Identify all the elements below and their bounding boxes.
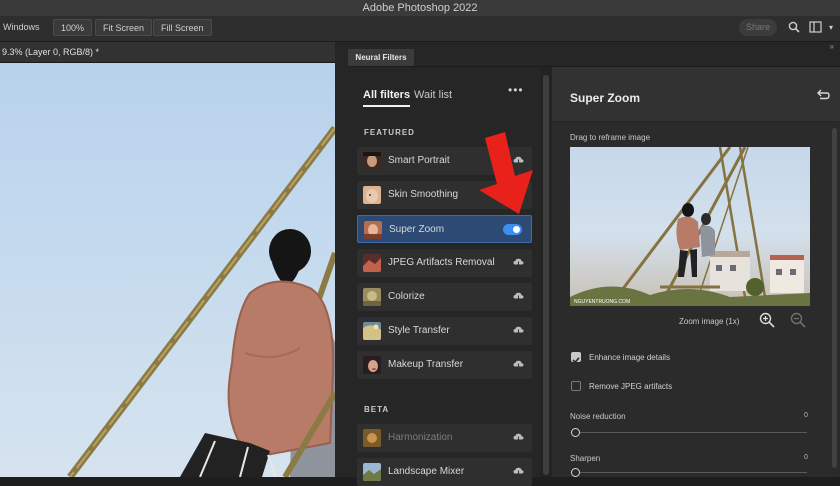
jpeg-artifacts-thumbnail bbox=[363, 254, 381, 272]
filter-label: Smart Portrait bbox=[388, 155, 450, 166]
landscape-mixer-thumbnail bbox=[363, 463, 381, 481]
zoom-image-label: Zoom image (1x) bbox=[679, 317, 740, 326]
cloud-download-icon[interactable] bbox=[513, 433, 524, 442]
settings-header: Super Zoom bbox=[552, 67, 840, 122]
cloud-download-icon[interactable] bbox=[513, 360, 524, 369]
app-title: Adobe Photoshop 2022 bbox=[0, 0, 840, 16]
document-tab-title: 9.3% (Layer 0, RGB/8) * bbox=[2, 47, 100, 57]
zoom-in-icon[interactable] bbox=[759, 312, 775, 328]
filter-label: Colorize bbox=[388, 291, 425, 302]
cloud-download-icon[interactable] bbox=[513, 467, 524, 476]
cloud-download-icon[interactable] bbox=[513, 326, 524, 335]
reframe-preview[interactable]: NGUYENTRUONG.COM bbox=[570, 147, 810, 306]
filter-list-panel: All filters Wait list ••• FEATURED Smart… bbox=[348, 67, 540, 486]
document-tab[interactable]: 9.3% (Layer 0, RGB/8) * bbox=[0, 42, 335, 63]
noise-reduction-slider[interactable] bbox=[575, 432, 807, 433]
filter-item-makeup-transfer[interactable]: Makeup Transfer bbox=[357, 351, 532, 379]
filter-item-harmonization[interactable]: Harmonization bbox=[357, 424, 532, 452]
filter-label: Landscape Mixer bbox=[388, 466, 465, 477]
style-transfer-thumbnail bbox=[363, 322, 381, 340]
tab-neural-filters[interactable]: Neural Filters bbox=[348, 49, 414, 66]
filter-label: Makeup Transfer bbox=[388, 359, 464, 370]
makeup-transfer-thumbnail bbox=[363, 356, 381, 374]
fill-screen-button[interactable]: Fill Screen bbox=[153, 19, 212, 36]
filter-item-jpeg-artifacts-removal[interactable]: JPEG Artifacts Removal bbox=[357, 249, 532, 277]
preview-watermark: NGUYENTRUONG.COM bbox=[574, 299, 630, 305]
zoom-100-button[interactable]: 100% bbox=[53, 19, 93, 36]
filter-label: JPEG Artifacts Removal bbox=[388, 257, 495, 268]
section-beta-label: BETA bbox=[364, 405, 390, 414]
zoom-out-icon[interactable] bbox=[790, 312, 806, 328]
enhance-details-checkbox[interactable] bbox=[571, 352, 581, 364]
filter-list-scroll-thumb[interactable] bbox=[543, 75, 549, 475]
remove-jpeg-checkbox[interactable] bbox=[571, 381, 581, 391]
collapse-panel-icon[interactable]: » bbox=[830, 42, 834, 51]
filter-item-landscape-mixer[interactable]: Landscape Mixer bbox=[357, 458, 532, 486]
settings-scrollbar[interactable] bbox=[830, 122, 840, 477]
preview-photo: NGUYENTRUONG.COM bbox=[570, 147, 810, 306]
filter-label: Style Transfer bbox=[388, 325, 450, 336]
image-canvas[interactable] bbox=[0, 63, 335, 477]
super-zoom-thumbnail bbox=[364, 221, 382, 239]
filter-label: Harmonization bbox=[388, 432, 453, 443]
reset-icon[interactable] bbox=[816, 89, 830, 101]
drag-hint: Drag to reframe image bbox=[570, 133, 651, 142]
noise-reduction-slider-handle[interactable] bbox=[571, 428, 580, 437]
filter-item-style-transfer[interactable]: Style Transfer bbox=[357, 317, 532, 345]
noise-reduction-value: 0 bbox=[804, 412, 808, 419]
filter-label: Skin Smoothing bbox=[388, 189, 459, 200]
remove-jpeg-label: Remove JPEG artifacts bbox=[589, 382, 673, 391]
enhance-details-label: Enhance image details bbox=[589, 353, 670, 362]
filter-item-super-zoom[interactable]: Super Zoom bbox=[357, 215, 532, 243]
search-icon[interactable] bbox=[788, 21, 800, 33]
filter-list-scrollbar[interactable] bbox=[540, 67, 552, 477]
settings-title: Super Zoom bbox=[570, 91, 641, 105]
settings-scroll-thumb[interactable] bbox=[832, 128, 837, 468]
filter-label: Super Zoom bbox=[389, 224, 445, 235]
sharpen-slider[interactable] bbox=[575, 472, 807, 473]
annotation-arrow-icon bbox=[479, 132, 533, 214]
checkmark-icon bbox=[572, 357, 580, 364]
sharpen-value: 0 bbox=[804, 454, 808, 461]
section-featured-label: FEATURED bbox=[364, 128, 415, 137]
filter-settings-panel: Super Zoom Drag to reframe image NGUYENT… bbox=[552, 67, 840, 477]
options-bar: Windows 100% Fit Screen Fill Screen Shar… bbox=[0, 16, 840, 42]
panel-gutter bbox=[335, 42, 348, 477]
sharpen-slider-handle[interactable] bbox=[571, 468, 580, 477]
tab-wait-list[interactable]: Wait list bbox=[414, 89, 452, 101]
cloud-download-icon[interactable] bbox=[513, 292, 524, 301]
sharpen-label: Sharpen bbox=[570, 454, 601, 463]
smart-portrait-thumbnail bbox=[363, 152, 381, 170]
share-button[interactable]: Share bbox=[739, 19, 777, 36]
fit-screen-button[interactable]: Fit Screen bbox=[95, 19, 153, 36]
tab-all-filters[interactable]: All filters bbox=[363, 89, 411, 107]
neural-filters-tabbar: Neural Filters » bbox=[348, 42, 840, 67]
workspace-icon[interactable] bbox=[809, 21, 822, 33]
canvas-photo bbox=[67, 125, 335, 477]
noise-reduction-label: Noise reduction bbox=[570, 412, 626, 421]
more-icon[interactable]: ••• bbox=[508, 83, 524, 97]
colorize-thumbnail bbox=[363, 288, 381, 306]
skin-smoothing-thumbnail bbox=[363, 186, 381, 204]
super-zoom-toggle[interactable] bbox=[503, 224, 522, 235]
cloud-download-icon[interactable] bbox=[513, 258, 524, 267]
filter-item-colorize[interactable]: Colorize bbox=[357, 283, 532, 311]
settings-body: Drag to reframe image NGUYENTRUONG.COM Z… bbox=[552, 122, 830, 477]
expand-chevron-icon[interactable]: ▾ bbox=[829, 19, 833, 36]
windows-option[interactable]: Windows bbox=[3, 19, 40, 36]
harmonization-thumbnail bbox=[363, 429, 381, 447]
